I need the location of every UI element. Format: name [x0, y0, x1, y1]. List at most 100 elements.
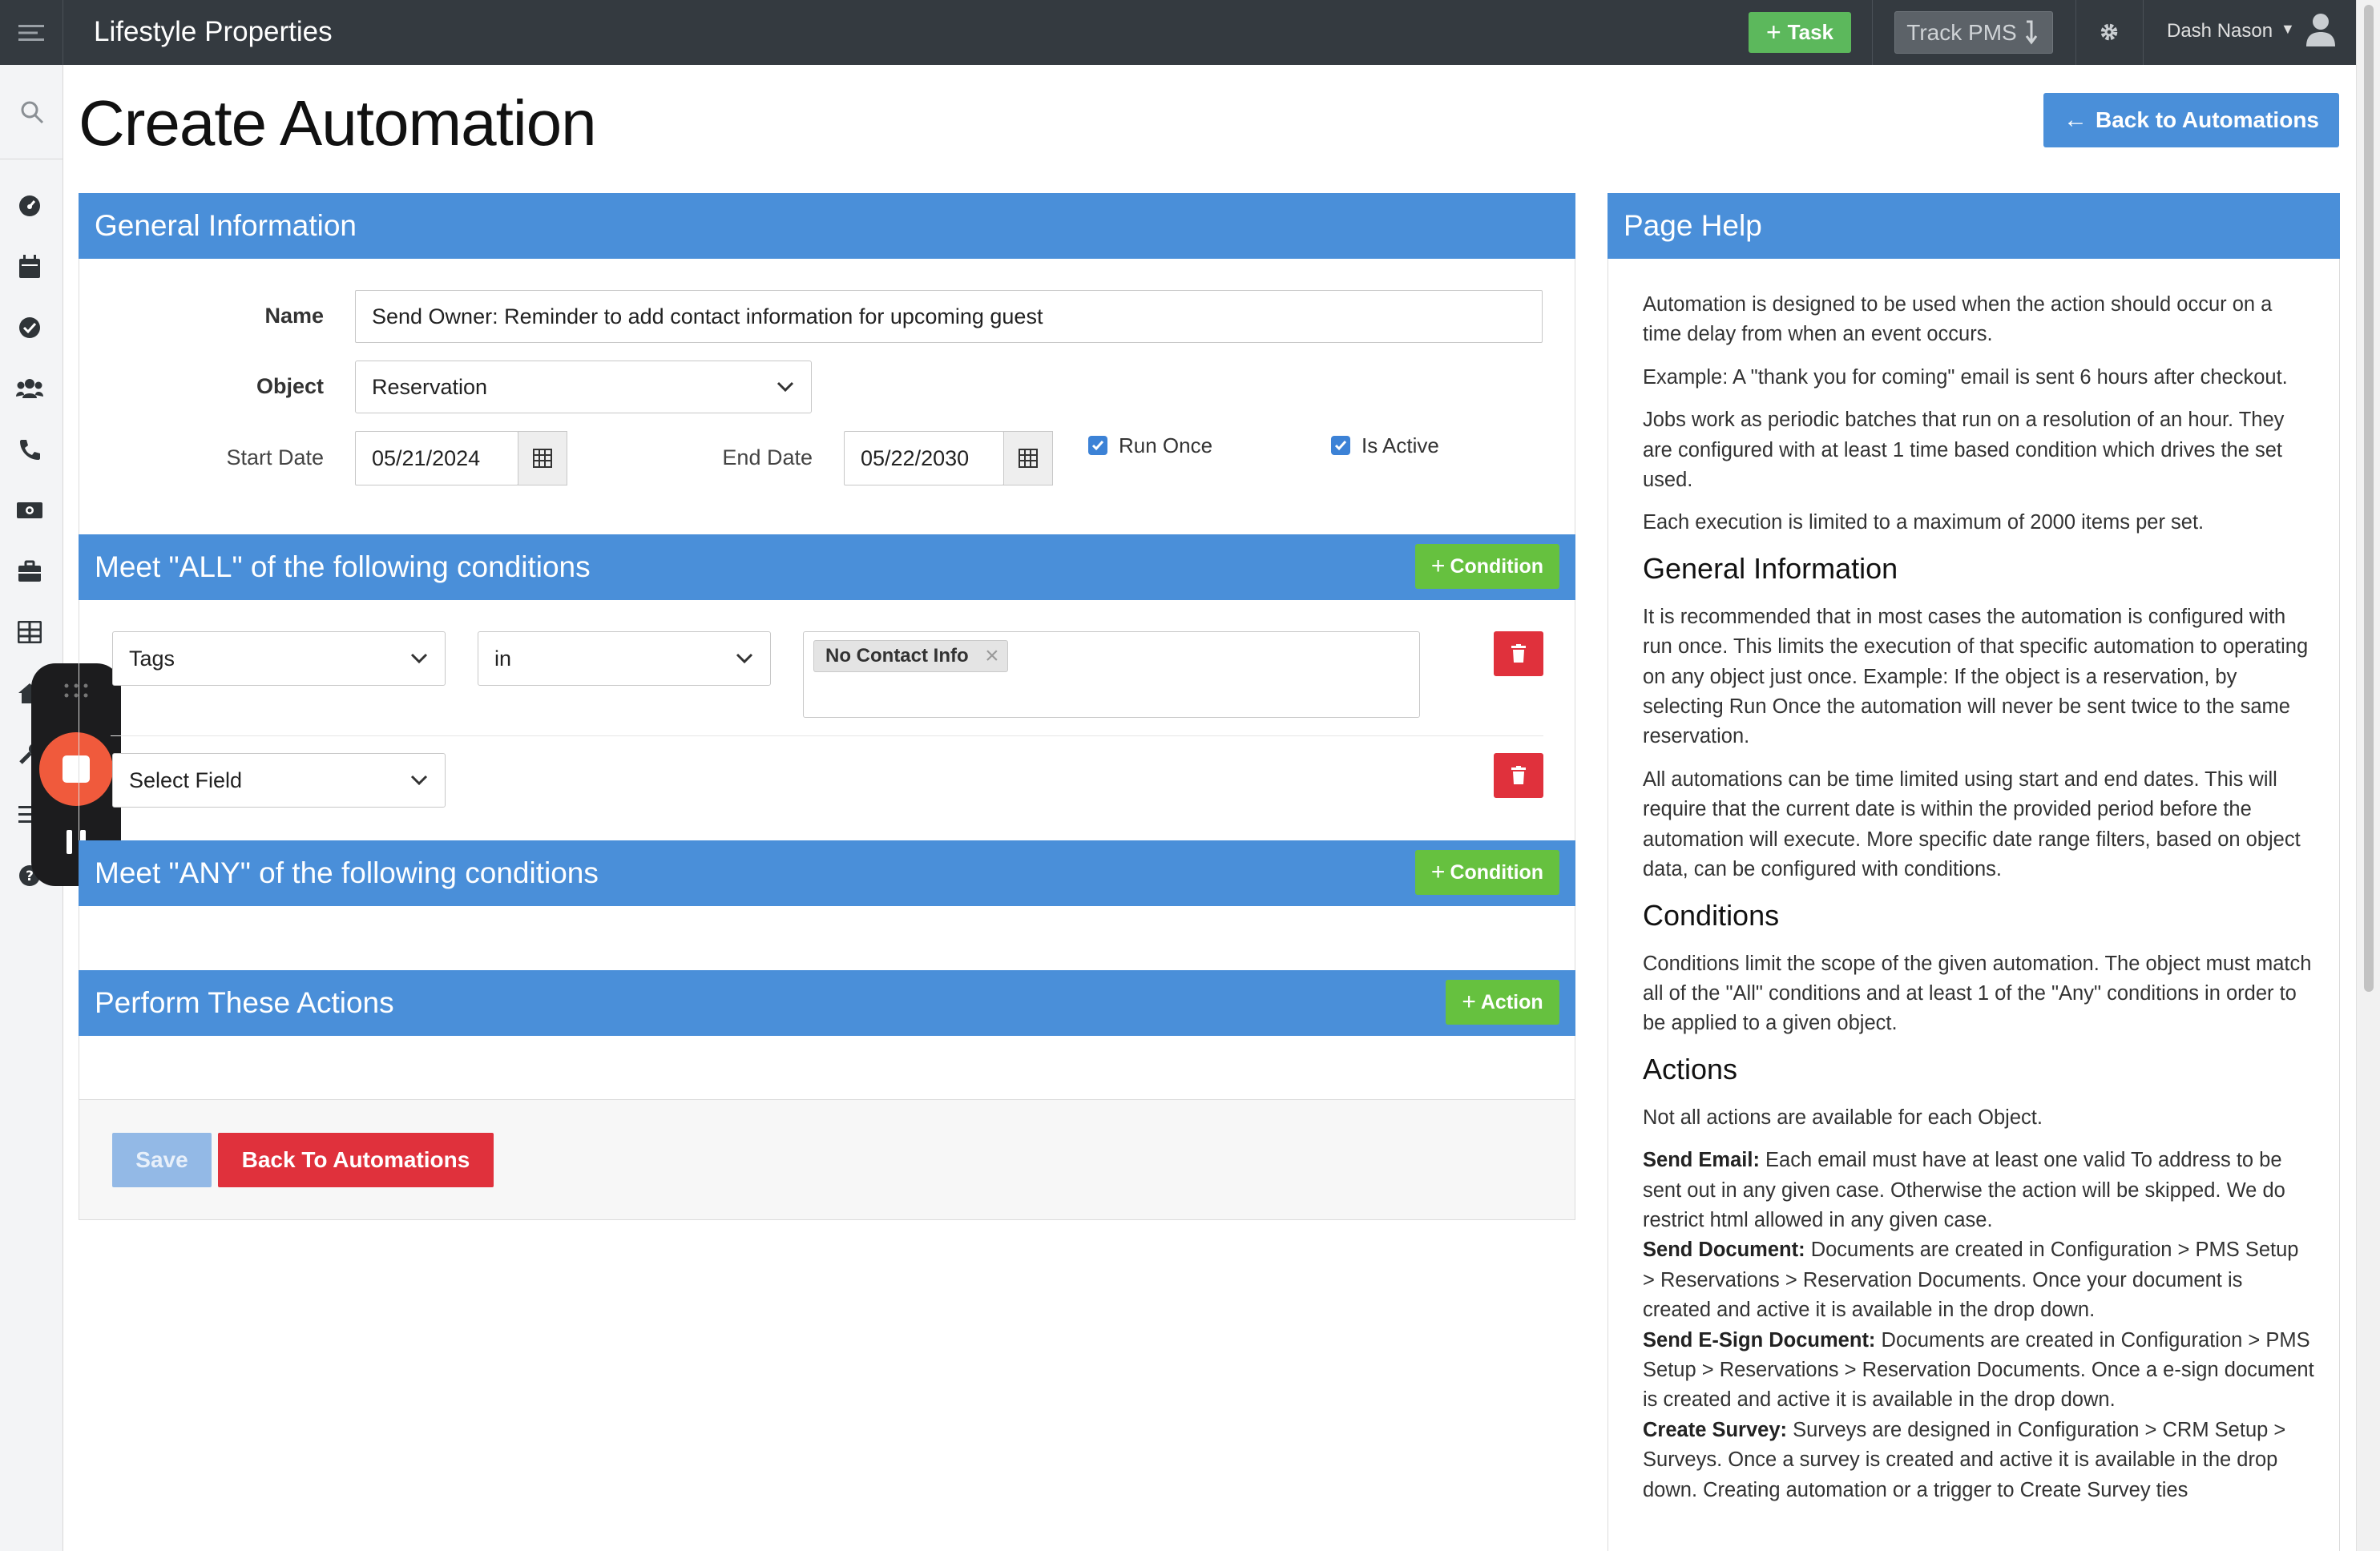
condition-field-value: Select Field: [129, 767, 243, 792]
page-scrollbar[interactable]: [2356, 0, 2380, 1551]
back-button-label: Back to Automations: [2096, 107, 2319, 132]
search-icon: [21, 101, 43, 123]
arrow-turn-down-icon: [2025, 20, 2037, 44]
app-title[interactable]: Lifestyle Properties: [94, 14, 333, 50]
sidebar-item-contacts[interactable]: [15, 374, 44, 403]
sidebar-item-dashboard[interactable]: [15, 191, 44, 220]
add-any-condition-button[interactable]: + Condition: [1415, 850, 1559, 895]
condition-row-divider: [111, 735, 1543, 736]
actions-header: Perform These Actions: [79, 970, 1575, 1036]
end-date-label: End Date: [722, 445, 813, 469]
track-pms-button[interactable]: Track PMS: [1894, 11, 2053, 54]
add-action-label: Action: [1480, 990, 1543, 1013]
plus-icon: +: [1462, 989, 1476, 1015]
object-select[interactable]: Reservation: [355, 361, 812, 413]
help-action-term: Send Email:: [1643, 1149, 1760, 1172]
condition-field-select[interactable]: Tags: [112, 631, 446, 686]
sidebar-search-button[interactable]: [0, 65, 63, 159]
arrow-left-icon: ←: [2063, 107, 2088, 133]
settings-button[interactable]: [2093, 16, 2125, 48]
page-help-body: Automation is designed to be used when t…: [1643, 290, 2316, 1505]
sidebar-item-calendar[interactable]: [15, 252, 44, 281]
condition-field-select[interactable]: Select Field: [112, 753, 446, 808]
chevron-down-icon: [410, 653, 428, 664]
general-information-header: General Information: [79, 193, 1575, 259]
help-paragraph: It is recommended that in most cases the…: [1643, 605, 2309, 748]
help-heading-general: General Information: [1643, 551, 1898, 585]
money-bill-icon: [17, 502, 42, 518]
briefcase-icon: [18, 560, 41, 582]
back-to-automations-footer-button[interactable]: Back To Automations: [218, 1133, 494, 1187]
help-action-item: Send Document: Documents are created in …: [1643, 1235, 2316, 1325]
object-label: Object: [256, 374, 324, 398]
help-paragraph: Each execution is limited to a maximum o…: [1643, 511, 2205, 534]
chevron-down-icon: [410, 775, 428, 786]
caret-down-icon[interactable]: ▼: [2281, 21, 2295, 38]
condition-value-multiselect[interactable]: No Contact Info ×: [803, 631, 1420, 718]
user-menu-name[interactable]: Dash Nason: [2167, 18, 2273, 45]
sidebar-item-calls[interactable]: [15, 435, 44, 464]
is-active-label[interactable]: Is Active: [1361, 433, 1439, 458]
navbar-divider: [2143, 0, 2144, 65]
any-conditions-header: Meet "ANY" of the following conditions: [79, 840, 1575, 906]
dashboard-gauge-icon: [19, 195, 40, 216]
task-button-label: Task: [1787, 20, 1834, 44]
help-heading-conditions: Conditions: [1643, 898, 1780, 932]
add-all-condition-button[interactable]: + Condition: [1415, 544, 1559, 589]
gear-icon: [2100, 23, 2118, 41]
add-task-button[interactable]: + Task: [1749, 12, 1851, 53]
sidebar-item-work[interactable]: [15, 557, 44, 586]
help-paragraph: Automation is designed to be used when t…: [1643, 293, 2273, 346]
sidebar-item-tasks[interactable]: [15, 313, 44, 342]
end-date-input[interactable]: 05/22/2030: [844, 431, 1004, 485]
run-once-label[interactable]: Run Once: [1119, 433, 1212, 458]
run-once-checkbox[interactable]: [1088, 436, 1107, 455]
save-button[interactable]: Save: [112, 1133, 212, 1187]
condition-field-value: Tags: [129, 646, 175, 671]
phone-icon: [20, 440, 40, 460]
menu-toggle-button[interactable]: [0, 0, 63, 65]
condition-operator-value: in: [494, 646, 512, 671]
delete-condition-button[interactable]: [1494, 753, 1543, 798]
page-help-header: Page Help: [1608, 193, 2340, 259]
delete-condition-button[interactable]: [1494, 631, 1543, 676]
help-paragraph: Example: A "thank you for coming" email …: [1643, 365, 2288, 389]
calendar-icon: [19, 255, 40, 278]
is-active-checkbox[interactable]: [1331, 436, 1350, 455]
condition-operator-select[interactable]: in: [478, 631, 771, 686]
help-paragraph: All automations can be time limited usin…: [1643, 767, 2301, 881]
table-grid-icon: [18, 621, 42, 643]
remove-tag-icon[interactable]: ×: [985, 641, 999, 671]
help-action-term: Send E-Sign Document:: [1643, 1328, 1876, 1352]
start-date-label: Start Date: [226, 445, 324, 469]
add-action-button[interactable]: + Action: [1446, 980, 1559, 1025]
help-paragraph: Jobs work as periodic batches that run o…: [1643, 409, 2285, 492]
help-action-item: Send Email: Each email must have at leas…: [1643, 1146, 2316, 1235]
calendar-grid-icon: [1019, 449, 1038, 468]
calendar-grid-icon: [533, 449, 552, 468]
check-circle-icon: [19, 317, 40, 338]
help-action-term: Create Survey:: [1643, 1418, 1788, 1441]
help-action-term: Send Document:: [1643, 1239, 1805, 1262]
chevron-down-icon: [777, 381, 794, 393]
plus-icon: +: [1430, 553, 1446, 579]
sidebar-item-grid[interactable]: [15, 618, 44, 647]
track-button-label: Track PMS: [1906, 19, 2017, 45]
navbar-divider: [1872, 0, 1873, 65]
back-to-automations-button[interactable]: ← Back to Automations: [2043, 93, 2339, 147]
help-action-item: Create Survey: Surveys are designed in C…: [1643, 1416, 2316, 1505]
tag-chip: No Contact Info ×: [813, 640, 1008, 672]
sidebar-item-payments[interactable]: [15, 496, 44, 525]
start-date-calendar-button[interactable]: [518, 431, 567, 485]
scrollbar-thumb[interactable]: [2364, 5, 2374, 992]
add-condition-label: Condition: [1450, 554, 1544, 578]
user-avatar-icon[interactable]: [2305, 11, 2337, 48]
checkmark-icon: [1334, 441, 1347, 451]
name-input[interactable]: Send Owner: Reminder to add contact info…: [355, 290, 1543, 343]
help-paragraph: Conditions limit the scope of the given …: [1643, 952, 2312, 1035]
start-date-input[interactable]: 05/21/2024: [355, 431, 518, 485]
end-date-calendar-button[interactable]: [1003, 431, 1053, 485]
trash-icon: [1511, 644, 1526, 663]
all-conditions-header: Meet "ALL" of the following conditions: [79, 534, 1575, 600]
help-paragraph: Not all actions are available for each O…: [1643, 1106, 2043, 1129]
